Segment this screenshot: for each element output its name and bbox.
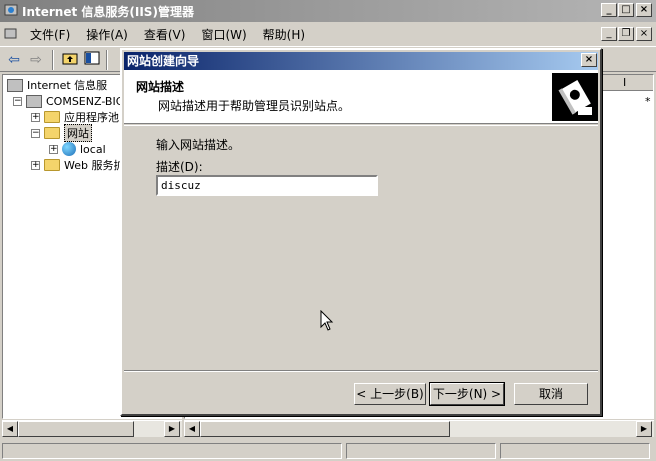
maximize-button[interactable]: □: [618, 3, 634, 17]
forward-arrow-icon[interactable]: ⇨: [26, 50, 46, 70]
scroll-thumb[interactable]: [200, 421, 450, 437]
list-marker: *: [645, 95, 651, 108]
wizard-book-icon: [552, 73, 598, 121]
folder-icon: [44, 111, 60, 123]
main-window-title: Internet 信息服务(IIS)管理器: [22, 4, 194, 19]
scroll-right-icon[interactable]: ▶: [636, 421, 652, 437]
wizard-prompt: 输入网站描述。: [156, 138, 241, 152]
next-button[interactable]: 下一步(N) >: [429, 382, 505, 406]
description-label: 描述(D):: [156, 160, 203, 174]
wizard-header: 网站描述 网站描述用于帮助管理员识别站点。: [124, 70, 598, 124]
wizard-heading: 网站描述: [136, 80, 185, 94]
expand-icon[interactable]: +: [31, 112, 40, 122]
wizard-close-button[interactable]: ×: [581, 53, 597, 67]
tree-web-extensions[interactable]: + Web 服务扩: [31, 157, 124, 173]
wizard-footer-divider: [124, 370, 598, 372]
folder-icon: [44, 159, 60, 171]
tree-root-label: Internet 信息服: [27, 79, 108, 92]
mouse-cursor-icon: [320, 310, 334, 331]
menu-file[interactable]: 文件(F): [22, 26, 78, 43]
status-panel: [346, 443, 496, 459]
tree-local-site[interactable]: + local: [49, 141, 106, 157]
status-panel: [2, 443, 342, 459]
description-input[interactable]: [156, 175, 378, 196]
mmc-menu-icon[interactable]: [4, 27, 18, 41]
back-button[interactable]: < 上一步(B): [354, 383, 426, 405]
tree-local-label: local: [80, 142, 106, 156]
tree-websites-label: 网站: [64, 124, 92, 142]
status-panel: [500, 443, 650, 459]
iis-root-icon: [7, 78, 23, 92]
wizard-title-bar: 网站创建向导: [124, 52, 598, 70]
show-hide-tree-icon[interactable]: [82, 50, 102, 70]
iis-app-icon: [4, 4, 18, 16]
computer-icon: [26, 94, 42, 108]
menu-view[interactable]: 查看(V): [136, 26, 194, 43]
tree-web-ext-label: Web 服务扩: [64, 159, 125, 172]
expand-icon[interactable]: +: [49, 144, 58, 154]
website-creation-wizard: 网站创建向导 × 网站描述 网站描述用于帮助管理员识别站点。 输入网站描述。 描…: [120, 48, 602, 416]
tree-horizontal-scrollbar[interactable]: ◀ ▶: [2, 420, 182, 437]
scroll-right-icon[interactable]: ▶: [164, 421, 180, 437]
collapse-icon[interactable]: −: [13, 96, 22, 106]
tree-app-pools-label: 应用程序池: [64, 111, 119, 124]
close-button[interactable]: ×: [636, 3, 652, 17]
scroll-thumb[interactable]: [18, 421, 134, 437]
collapse-icon[interactable]: −: [31, 128, 40, 138]
tree-app-pools[interactable]: + 应用程序池: [31, 109, 119, 125]
menu-action[interactable]: 操作(A): [78, 26, 136, 43]
minimize-button[interactable]: _: [601, 3, 617, 17]
wizard-subheading: 网站描述用于帮助管理员识别站点。: [158, 99, 351, 113]
back-arrow-icon[interactable]: ⇦: [4, 50, 24, 70]
up-folder-icon[interactable]: [60, 50, 80, 70]
expand-icon[interactable]: +: [31, 160, 40, 170]
scroll-left-icon[interactable]: ◀: [184, 421, 200, 437]
toolbar-separator: [52, 50, 54, 70]
globe-icon: [62, 142, 76, 156]
mdi-close-button[interactable]: ×: [636, 27, 652, 41]
mdi-minimize-button[interactable]: _: [601, 27, 617, 41]
menu-window[interactable]: 窗口(W): [193, 26, 254, 43]
main-title-bar: Internet 信息服务(IIS)管理器: [0, 0, 656, 22]
tree-websites[interactable]: − 网站: [31, 124, 92, 142]
scroll-left-icon[interactable]: ◀: [2, 421, 18, 437]
menu-help[interactable]: 帮助(H): [255, 26, 313, 43]
tree-computer[interactable]: − COMSENZ-BIGH: [13, 93, 133, 109]
column-header[interactable]: I: [623, 76, 626, 89]
status-bar: [0, 440, 656, 461]
header-divider: [124, 125, 598, 126]
cancel-button[interactable]: 取消: [514, 383, 588, 405]
menu-bar: 文件(F) 操作(A) 查看(V) 窗口(W) 帮助(H): [0, 23, 656, 45]
details-horizontal-scrollbar[interactable]: ◀ ▶: [184, 420, 654, 437]
folder-open-icon: [44, 127, 60, 139]
tree-root[interactable]: Internet 信息服: [7, 77, 107, 93]
toolbar-separator: [106, 50, 108, 70]
mdi-restore-button[interactable]: ❐: [618, 27, 634, 41]
wizard-title: 网站创建向导: [127, 54, 200, 68]
